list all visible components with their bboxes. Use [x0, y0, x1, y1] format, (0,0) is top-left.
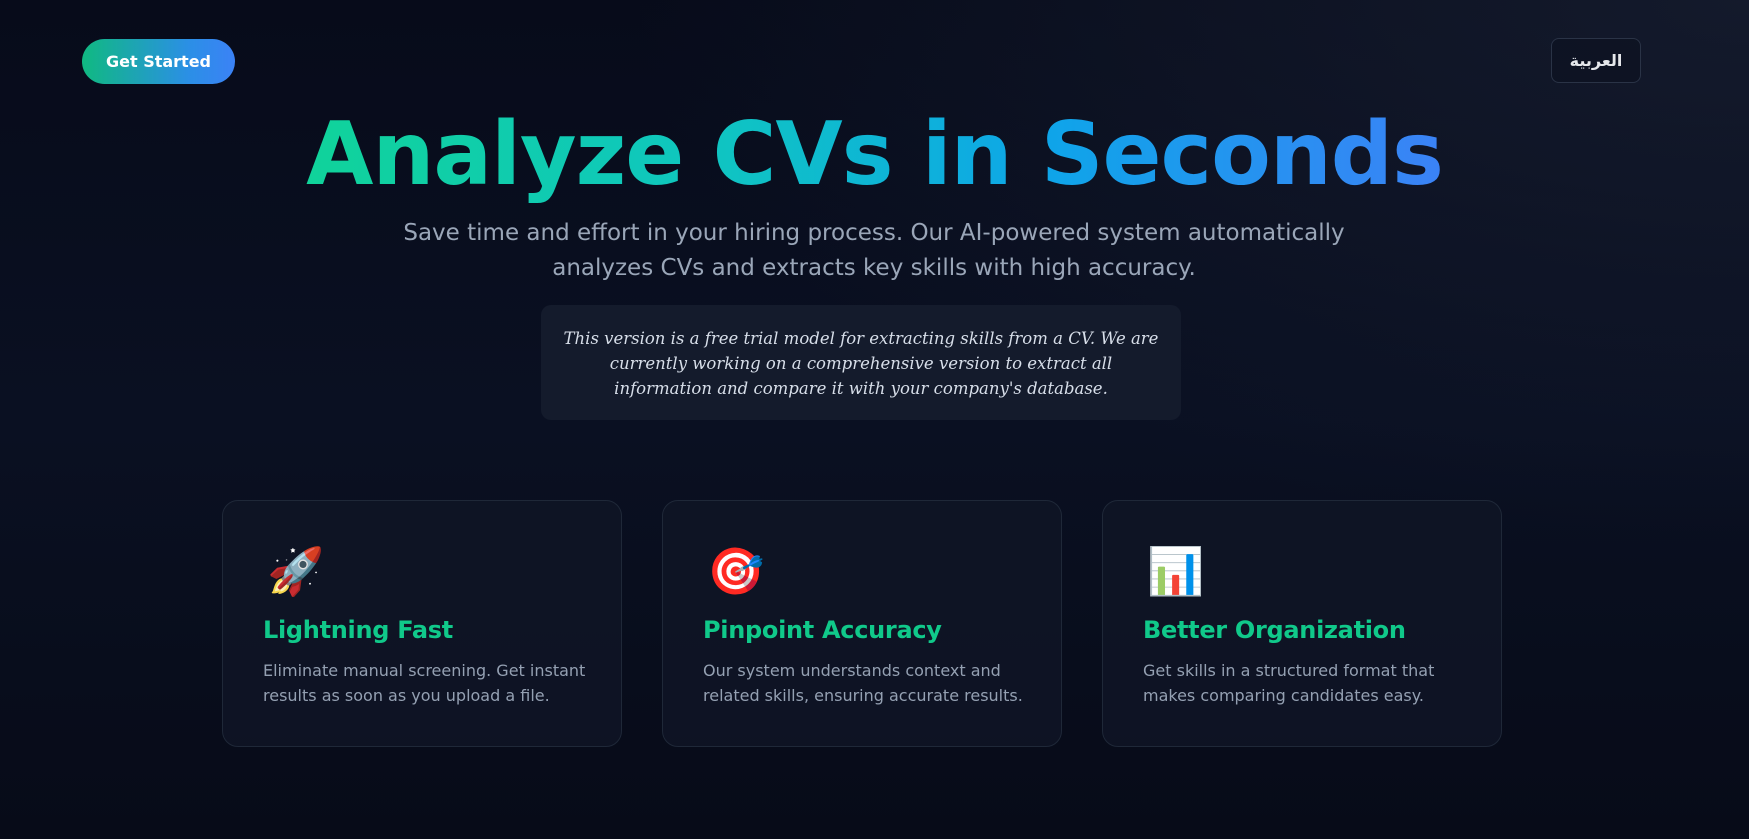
feature-title: Pinpoint Accuracy	[703, 616, 942, 644]
hero-title: Analyze CVs in Seconds	[0, 104, 1749, 204]
feature-card-lightning-fast: 🚀 Lightning Fast Eliminate manual screen…	[222, 500, 622, 747]
feature-description: Eliminate manual screening. Get instant …	[263, 661, 586, 705]
get-started-button[interactable]: Get Started	[82, 39, 235, 84]
feature-card-pinpoint-accuracy: 🎯 Pinpoint Accuracy Our system understan…	[662, 500, 1062, 747]
rocket-icon: 🚀	[267, 544, 325, 598]
feature-title: Lightning Fast	[263, 616, 453, 644]
feature-title: Better Organization	[1143, 616, 1406, 644]
feature-description: Get skills in a structured format that m…	[1143, 661, 1435, 705]
hero-subtitle: Save time and effort in your hiring proc…	[403, 220, 1345, 281]
trial-notice: This version is a free trial model for e…	[541, 305, 1181, 420]
target-icon: 🎯	[707, 544, 765, 598]
feature-card-better-organization: 📊 Better Organization Get skills in a st…	[1102, 500, 1502, 747]
feature-description: Our system understands context and relat…	[703, 661, 1023, 705]
language-toggle-button[interactable]: العربية	[1551, 38, 1641, 83]
hero-title-text: Analyze CVs in Seconds	[306, 103, 1444, 205]
bar-chart-icon: 📊	[1147, 544, 1205, 598]
